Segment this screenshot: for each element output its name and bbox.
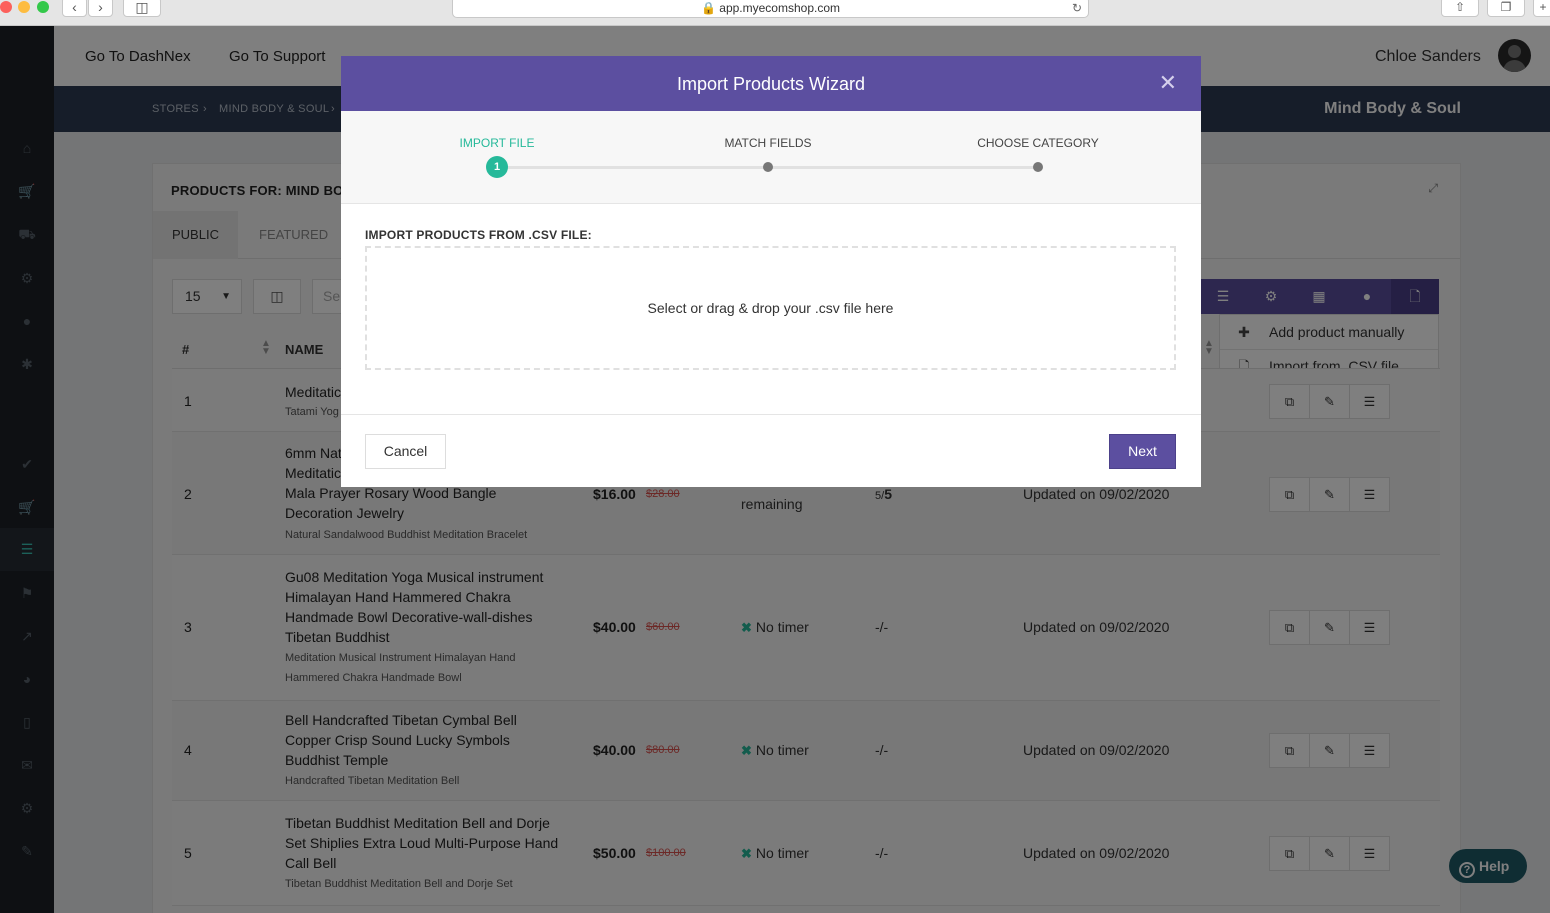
- maximize-window-button[interactable]: [37, 1, 49, 13]
- browser-toolbar: ‹ › ◫ 🔒 app.myecomshop.com ↻ ⇧ ❐ +: [0, 0, 1550, 26]
- close-window-button[interactable]: [0, 1, 12, 13]
- minimize-window-button[interactable]: [18, 1, 30, 13]
- lock-icon: 🔒: [700, 1, 716, 15]
- next-button[interactable]: Next: [1109, 434, 1176, 469]
- step-import-file[interactable]: IMPORT FILE: [417, 136, 577, 150]
- import-label: IMPORT PRODUCTS FROM .CSV FILE:: [365, 228, 592, 242]
- modal-header: Import Products Wizard ✕: [341, 56, 1201, 111]
- dropzone-text: Select or drag & drop your .csv file her…: [647, 300, 894, 316]
- sidebar-toggle-button[interactable]: ◫: [123, 0, 161, 17]
- step-dot: [763, 162, 773, 172]
- reload-icon[interactable]: ↻: [1072, 0, 1082, 19]
- csv-dropzone[interactable]: Select or drag & drop your .csv file her…: [365, 246, 1176, 370]
- close-icon[interactable]: ✕: [1159, 72, 1177, 94]
- import-wizard-modal: Import Products Wizard ✕ IMPORT FILE MAT…: [341, 56, 1201, 487]
- step-dot: [1033, 162, 1043, 172]
- tabs-overview-button[interactable]: ❐: [1487, 0, 1525, 17]
- step-match-fields[interactable]: MATCH FIELDS: [688, 136, 848, 150]
- forward-button[interactable]: ›: [88, 0, 113, 17]
- share-button[interactable]: ⇧: [1441, 0, 1479, 17]
- step-choose-category[interactable]: CHOOSE CATEGORY: [958, 136, 1118, 150]
- modal-title: Import Products Wizard: [676, 74, 866, 94]
- new-tab-button[interactable]: +: [1533, 0, 1550, 17]
- back-button[interactable]: ‹: [62, 0, 87, 17]
- modal-footer: Cancel Next: [341, 414, 1201, 487]
- address-bar[interactable]: 🔒 app.myecomshop.com ↻: [452, 0, 1089, 18]
- cancel-button[interactable]: Cancel: [365, 434, 446, 469]
- step-number-badge: 1: [486, 156, 508, 178]
- url-text: app.myecomshop.com: [719, 1, 841, 15]
- wizard-steps: IMPORT FILE MATCH FIELDS CHOOSE CATEGORY…: [341, 111, 1201, 204]
